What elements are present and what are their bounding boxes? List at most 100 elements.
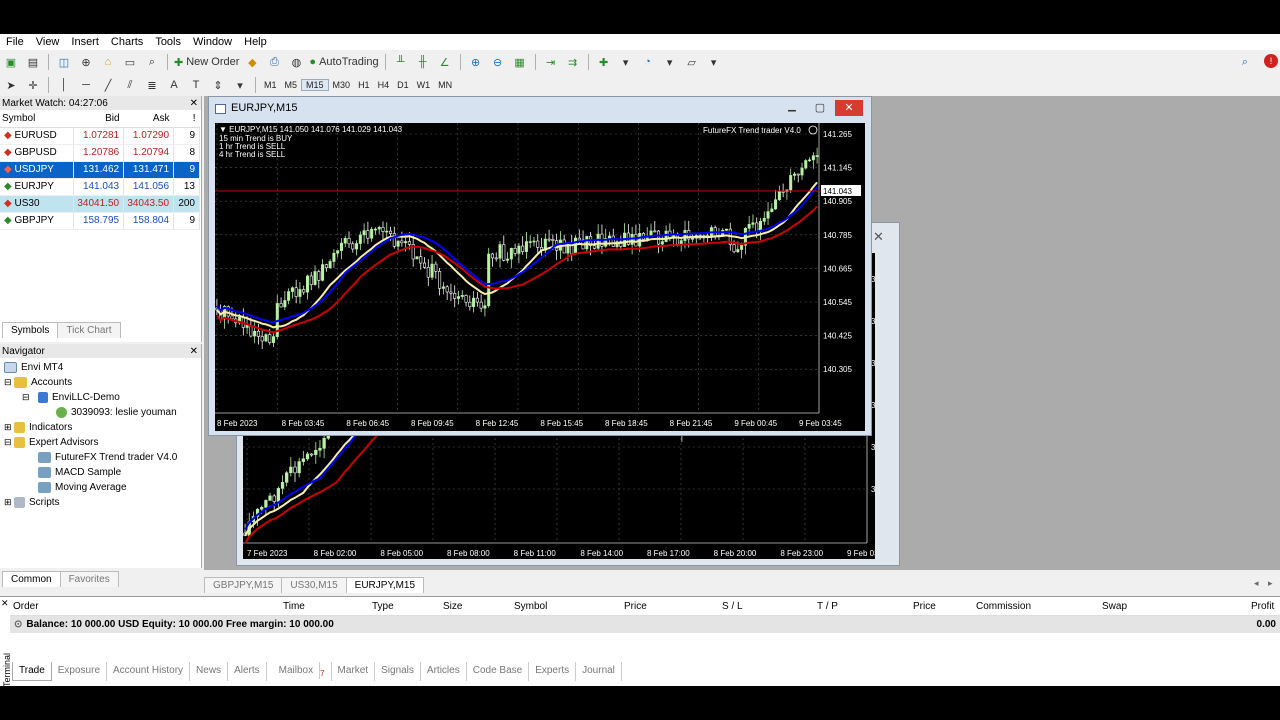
close-icon[interactable]: ✕	[1, 598, 9, 609]
tree-item-ea[interactable]: Moving Average	[38, 480, 127, 494]
search-icon[interactable]: ⌕	[1236, 53, 1254, 71]
bar-chart-icon[interactable]: ╨	[392, 53, 410, 71]
tree-item-envi-mt4[interactable]: Envi MT4	[4, 360, 63, 374]
data-window-icon[interactable]: ⊕	[77, 53, 95, 71]
zoom-in-icon[interactable]: ⊕	[467, 53, 485, 71]
tab-alerts[interactable]: Alerts	[228, 662, 267, 681]
tree-item-expert-advisors[interactable]: ⊟ Expert Advisors	[4, 435, 98, 449]
zoom-out-icon[interactable]: ⊖	[489, 53, 507, 71]
timeframe-m1[interactable]: M1	[260, 80, 281, 90]
profiles-icon[interactable]: ▤	[24, 53, 42, 71]
tab-code-base[interactable]: Code Base	[467, 662, 530, 681]
tab-tick-chart[interactable]: Tick Chart	[57, 322, 121, 338]
tree-item-indicators[interactable]: ⊞ Indicators	[4, 420, 72, 434]
scroll-left-icon[interactable]: ◂	[1254, 578, 1259, 589]
horizontal-line-icon[interactable]: ─	[77, 76, 95, 94]
chart-window-titlebar[interactable]: EURJPY,M15	[209, 97, 871, 119]
navigator-icon[interactable]: ⌂	[99, 53, 117, 71]
column-header-swap[interactable]: Swap	[1102, 601, 1127, 612]
menu-window[interactable]: Window	[187, 36, 238, 48]
timeframe-m30[interactable]: M30	[329, 80, 355, 90]
timeframe-h1[interactable]: H1	[354, 80, 374, 90]
dropdown-arrow-icon[interactable]: ▾	[231, 76, 249, 94]
column-header-bid[interactable]: Bid	[73, 110, 124, 128]
expand-icon[interactable]: ⊞	[4, 497, 14, 508]
balance-row[interactable]: ⊙ Balance: 10 000.00 USD Equity: 10 000.…	[10, 616, 1280, 633]
tab-common[interactable]: Common	[2, 571, 61, 587]
globe-icon[interactable]: ◍	[287, 53, 305, 71]
column-header-price[interactable]: Price	[624, 601, 647, 612]
new-order-button[interactable]: ✚ New Order	[174, 53, 239, 71]
text-label-icon[interactable]: T	[187, 76, 205, 94]
channel-icon[interactable]: ⫽	[121, 76, 139, 94]
column-header-tp[interactable]: T / P	[817, 601, 838, 612]
dropdown-arrow-icon[interactable]: ▾	[617, 53, 635, 71]
new-chart-icon[interactable]: ▣	[2, 53, 20, 71]
scroll-right-icon[interactable]: ▸	[1268, 578, 1273, 589]
vertical-line-icon[interactable]: │	[55, 76, 73, 94]
tab-symbols[interactable]: Symbols	[2, 322, 59, 338]
menu-help[interactable]: Help	[238, 36, 273, 48]
tab-market[interactable]: Market	[332, 662, 376, 681]
column-header-symbol[interactable]: Symbol	[514, 601, 547, 612]
menu-file[interactable]: File	[0, 36, 30, 48]
market-watch-icon[interactable]: ◫	[55, 53, 73, 71]
market-watch-row[interactable]: ◆ EURJPY 141.043 141.056 13	[0, 178, 200, 196]
column-header-profit[interactable]: Profit	[1251, 601, 1274, 612]
chart-tab-gbpjpy[interactable]: GBPJPY,M15	[204, 577, 283, 593]
tree-item-ea[interactable]: MACD Sample	[38, 465, 121, 479]
trendline-icon[interactable]: ╱	[99, 76, 117, 94]
chart-window-eurjpy[interactable]: EURJPY,M15 ▁ ▢ ✕ 141.265 141.145 140.905 14…	[208, 96, 872, 436]
crosshair-icon[interactable]: ✛	[24, 76, 42, 94]
tab-favorites[interactable]: Favorites	[59, 571, 119, 587]
collapse-icon[interactable]: ⊟	[22, 392, 38, 403]
terminal-icon[interactable]: ▭	[121, 53, 139, 71]
column-header-sl[interactable]: S / L	[722, 601, 743, 612]
market-watch-row[interactable]: ◆ GBPJPY 158.795 158.804 9	[0, 212, 200, 230]
tab-news[interactable]: News	[190, 662, 229, 681]
column-header-symbol[interactable]: Symbol	[0, 110, 74, 128]
timeframe-m5[interactable]: M5	[281, 80, 302, 90]
column-header-spread[interactable]: !	[173, 110, 200, 128]
tree-item-scripts[interactable]: ⊞ Scripts	[4, 495, 60, 509]
tab-journal[interactable]: Journal	[576, 662, 622, 681]
market-watch-row[interactable]: ◆ EURUSD 1.07281 1.07290 9	[0, 127, 200, 145]
close-icon[interactable]: ✕	[190, 98, 201, 109]
timeframe-mn[interactable]: MN	[434, 80, 456, 90]
eurjpy-chart[interactable]: 141.265 141.145 140.905 140.785 140.665 140.5…	[215, 123, 865, 431]
tree-item-account[interactable]: 3039093: leslie youman	[56, 405, 177, 419]
column-header-price-current[interactable]: Price	[913, 601, 936, 612]
tab-articles[interactable]: Articles	[421, 662, 467, 681]
close-icon[interactable]: ✕	[835, 100, 863, 116]
periods-icon[interactable]: ◔	[639, 53, 657, 71]
tab-mailbox[interactable]: Mailbox 7	[267, 662, 332, 681]
market-watch-row[interactable]: ◆ GBPUSD 1.20786 1.20794 8	[0, 144, 200, 162]
close-icon[interactable]: ✕	[873, 229, 884, 245]
close-icon[interactable]: ✕	[190, 346, 201, 357]
candlestick-icon[interactable]: ╫	[414, 53, 432, 71]
templates-icon[interactable]: ▱	[683, 53, 701, 71]
tab-trade[interactable]: Trade	[12, 662, 52, 681]
dropdown-arrow-icon[interactable]: ▾	[661, 53, 679, 71]
menu-charts[interactable]: Charts	[105, 36, 149, 48]
tab-experts[interactable]: Experts	[529, 662, 577, 681]
tab-signals[interactable]: Signals	[375, 662, 421, 681]
column-header-commission[interactable]: Commission	[976, 601, 1031, 612]
timeframe-w1[interactable]: W1	[413, 80, 435, 90]
timeframe-d1[interactable]: D1	[393, 80, 413, 90]
menu-view[interactable]: View	[30, 36, 66, 48]
alert-icon[interactable]: !	[1264, 54, 1278, 68]
fibonacci-icon[interactable]: ≣	[143, 76, 161, 94]
tab-exposure[interactable]: Exposure	[52, 662, 108, 681]
dropdown-arrow-icon[interactable]: ▾	[705, 53, 723, 71]
market-watch-row[interactable]: ◆ US30 34041.50 34043.50 200	[0, 195, 200, 213]
tree-item-server[interactable]: ⊟ EnviLLC-Demo	[22, 390, 120, 404]
menu-insert[interactable]: Insert	[65, 36, 105, 48]
metaeditor-icon[interactable]: ◆	[243, 53, 261, 71]
tile-windows-icon[interactable]: ▦	[511, 53, 529, 71]
column-header-order[interactable]: Order	[13, 601, 39, 612]
column-header-ask[interactable]: Ask	[123, 110, 174, 128]
column-header-time[interactable]: Time	[283, 601, 305, 612]
arrows-icon[interactable]: ⇕	[209, 76, 227, 94]
column-header-type[interactable]: Type	[372, 601, 394, 612]
